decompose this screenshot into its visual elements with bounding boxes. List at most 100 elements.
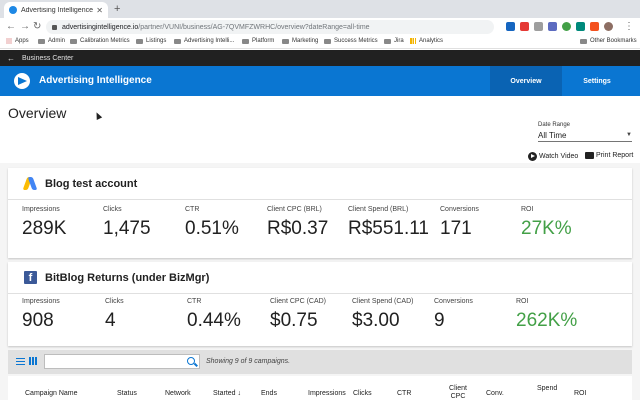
column-network[interactable]: Network <box>165 390 191 398</box>
column-conversions[interactable]: Conv. <box>486 390 504 398</box>
reload-icon[interactable]: ↻ <box>33 20 41 34</box>
new-tab-button[interactable]: + <box>114 3 120 15</box>
campaign-table-header: Campaign Name Status Network Started ↓ E… <box>8 376 632 400</box>
bookmark-platform[interactable]: Platform <box>242 38 274 44</box>
tab-favicon-icon <box>9 6 17 14</box>
columns-icon[interactable] <box>29 357 37 365</box>
bookmark-analytics[interactable]: Analytics <box>410 38 443 44</box>
close-tab-icon[interactable]: ✕ <box>96 6 103 15</box>
watch-video-label: Watch Video <box>539 153 579 160</box>
extension-icon[interactable] <box>534 22 543 31</box>
bookmark-admin[interactable]: Admin <box>38 38 65 44</box>
metric-conversions: Conversions 9 <box>434 298 473 332</box>
metric-value: R$0.37 <box>267 218 329 239</box>
folder-icon <box>174 38 181 44</box>
forward-arrow-icon[interactable]: → <box>20 20 30 34</box>
column-roi[interactable]: ROI <box>574 390 586 398</box>
tab-overview[interactable]: Overview <box>490 66 562 96</box>
folder-icon <box>70 38 77 44</box>
folder-icon <box>282 38 289 44</box>
watch-video-button[interactable]: Watch Video <box>528 152 578 161</box>
app-logo-icon <box>14 73 30 89</box>
metric-label: ROI <box>521 206 534 213</box>
extension-icon[interactable] <box>520 22 529 31</box>
extension-icon[interactable] <box>506 22 515 31</box>
chevron-down-icon: ▼ <box>626 132 632 138</box>
extension-icon[interactable] <box>576 22 585 31</box>
account-card-facebook: f BitBlog Returns (under BizMgr) Impress… <box>8 262 632 346</box>
bookmark-advertising-intelligence[interactable]: Advertising Intelli... <box>174 38 234 44</box>
metric-label: Client Spend (CAD) <box>352 298 414 305</box>
mouse-cursor-icon <box>93 111 103 120</box>
bookmark-marketing[interactable]: Marketing <box>282 38 318 44</box>
metric-value: $3.00 <box>352 310 400 331</box>
metric-value: $0.75 <box>270 310 318 331</box>
bookmarks-bar: Apps Admin Calibration Metrics Listings … <box>0 36 640 49</box>
metric-value: R$551.11 <box>348 218 429 239</box>
other-bookmarks[interactable]: Other Bookmarks <box>580 38 637 44</box>
metric-client-cpc: Client CPC (BRL) R$0.37 <box>267 206 328 240</box>
metric-label: Clicks <box>105 298 124 305</box>
campaign-table-toolbar: Showing 9 of 9 campaigns. <box>8 350 632 374</box>
metric-label: Client CPC (BRL) <box>267 206 322 213</box>
bookmark-jira[interactable]: Jira <box>384 38 404 44</box>
metric-label: Client Spend (BRL) <box>348 206 409 213</box>
column-campaign-name[interactable]: Campaign Name <box>25 390 78 398</box>
metric-value: 27K% <box>521 218 572 239</box>
back-arrow-icon[interactable]: ← <box>6 20 16 34</box>
apps-grid-icon <box>6 38 12 44</box>
metric-client-cpc: Client CPC (CAD) $0.75 <box>270 298 326 332</box>
account-card-google-ads: Blog test account Impressions 289K Clicks… <box>8 168 632 258</box>
metric-value: 262K% <box>516 310 578 331</box>
column-impressions[interactable]: Impressions <box>308 390 346 398</box>
filter-icon[interactable] <box>16 358 25 365</box>
date-range-label: Date Range <box>538 122 571 128</box>
bookmark-apps[interactable]: Apps <box>6 38 29 44</box>
business-center-link[interactable]: Business Center <box>22 55 73 62</box>
metric-label: Conversions <box>440 206 479 213</box>
browser-toolbar: ← → ↻ advertisingintelligence.io /partne… <box>0 18 640 36</box>
address-bar[interactable]: advertisingintelligence.io /partner/VUNI… <box>46 20 494 34</box>
metric-roi: ROI 27K% <box>521 206 572 240</box>
column-started[interactable]: Started ↓ <box>213 390 241 398</box>
metric-value: 4 <box>105 310 116 331</box>
column-ctr[interactable]: CTR <box>397 390 411 398</box>
folder-icon <box>324 38 331 44</box>
metric-clicks: Clicks 1,475 <box>103 206 151 240</box>
tab-settings[interactable]: Settings <box>562 66 632 96</box>
card-header: Blog test account <box>8 168 632 200</box>
column-status[interactable]: Status <box>117 390 137 398</box>
metric-label: CTR <box>185 206 200 213</box>
search-icon[interactable] <box>187 357 195 365</box>
profile-avatar[interactable] <box>604 22 613 31</box>
metric-label: Impressions <box>22 206 60 213</box>
campaign-search-input[interactable] <box>44 354 200 369</box>
print-report-button[interactable]: Print Report <box>585 152 633 159</box>
date-range-select[interactable]: All Time ▼ <box>538 129 632 142</box>
extension-icon[interactable] <box>562 22 571 31</box>
browser-tab[interactable]: Advertising Intelligence ✕ <box>4 2 108 18</box>
metric-label: Client CPC (CAD) <box>270 298 327 305</box>
metric-label: ROI <box>516 298 529 305</box>
metric-value: 908 <box>22 310 54 331</box>
extension-icon[interactable] <box>590 22 599 31</box>
metric-value: 0.44% <box>187 310 241 331</box>
column-clicks[interactable]: Clicks <box>353 390 372 398</box>
bookmark-calibration-metrics[interactable]: Calibration Metrics <box>70 38 130 44</box>
bookmark-listings[interactable]: Listings <box>136 38 166 44</box>
column-client-cpc[interactable]: Client CPC <box>446 385 470 400</box>
column-spend[interactable]: Spend <box>537 385 557 393</box>
metric-value: 171 <box>440 218 472 239</box>
printer-icon <box>585 152 594 159</box>
column-ends[interactable]: Ends <box>261 390 277 398</box>
print-report-label: Print Report <box>596 152 634 159</box>
play-icon <box>528 152 537 161</box>
folder-icon <box>384 38 391 44</box>
app-header: Advertising Intelligence Overview Settin… <box>0 66 640 96</box>
metric-impressions: Impressions 908 <box>22 298 60 332</box>
browser-menu-icon[interactable]: ⋮ <box>624 20 634 34</box>
back-arrow-icon[interactable]: ← <box>7 54 15 63</box>
bookmark-success-metrics[interactable]: Success Metrics <box>324 38 378 44</box>
extension-icon[interactable] <box>548 22 557 31</box>
metric-label: Clicks <box>103 206 122 213</box>
